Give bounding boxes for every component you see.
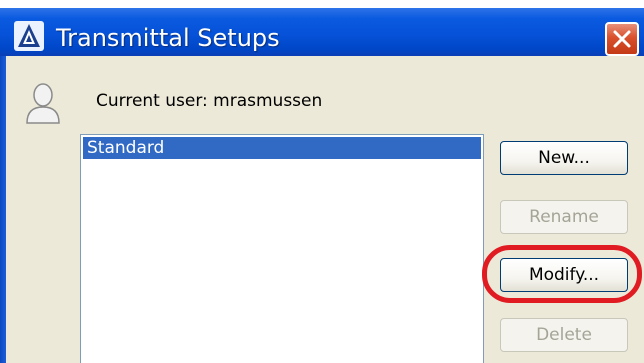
rename-button[interactable]: Rename <box>500 200 628 234</box>
close-button[interactable] <box>605 22 639 56</box>
list-item-standard[interactable]: Standard <box>83 137 481 159</box>
window-left-border <box>0 56 6 363</box>
new-button[interactable]: New... <box>500 141 628 175</box>
current-user-label: Current user: mrasmussen <box>96 91 323 111</box>
user-silhouette-icon <box>26 83 60 124</box>
transmittal-setups-dialog: Transmittal Setups Current user: mrasmus… <box>0 0 644 363</box>
title-bar[interactable]: Transmittal Setups <box>0 0 644 56</box>
dialog-title: Transmittal Setups <box>56 24 280 52</box>
delete-button[interactable]: Delete <box>500 318 628 352</box>
modify-highlight-annotation <box>482 245 642 303</box>
autocad-app-icon <box>14 21 44 51</box>
setups-list[interactable]: Standard <box>80 134 484 363</box>
close-icon <box>613 30 631 48</box>
